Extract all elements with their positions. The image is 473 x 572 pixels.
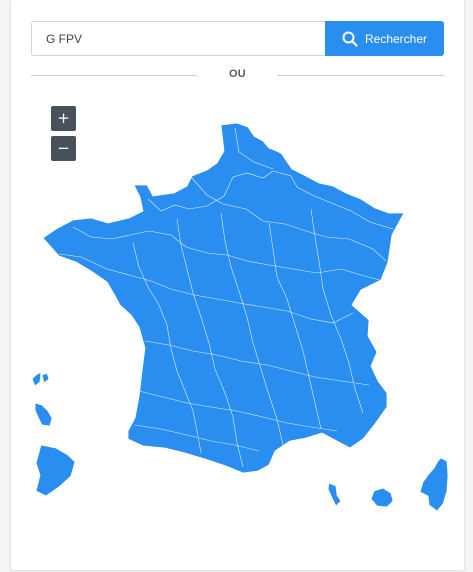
map-search-card: Rechercher OU + − — [10, 0, 465, 571]
map-region-metropole[interactable] — [42, 122, 405, 474]
map-region-martinique[interactable] — [34, 402, 53, 427]
map-region-reunion[interactable] — [370, 487, 394, 508]
map-region-guyane[interactable] — [35, 444, 76, 497]
map-region-guadeloupe[interactable] — [31, 371, 50, 387]
france-map — [31, 122, 449, 512]
zoom-in-button[interactable]: + — [51, 106, 76, 131]
map-region-corse[interactable] — [419, 457, 449, 512]
zoom-out-button[interactable]: − — [51, 136, 76, 161]
map-region-mayotte[interactable] — [327, 482, 342, 507]
